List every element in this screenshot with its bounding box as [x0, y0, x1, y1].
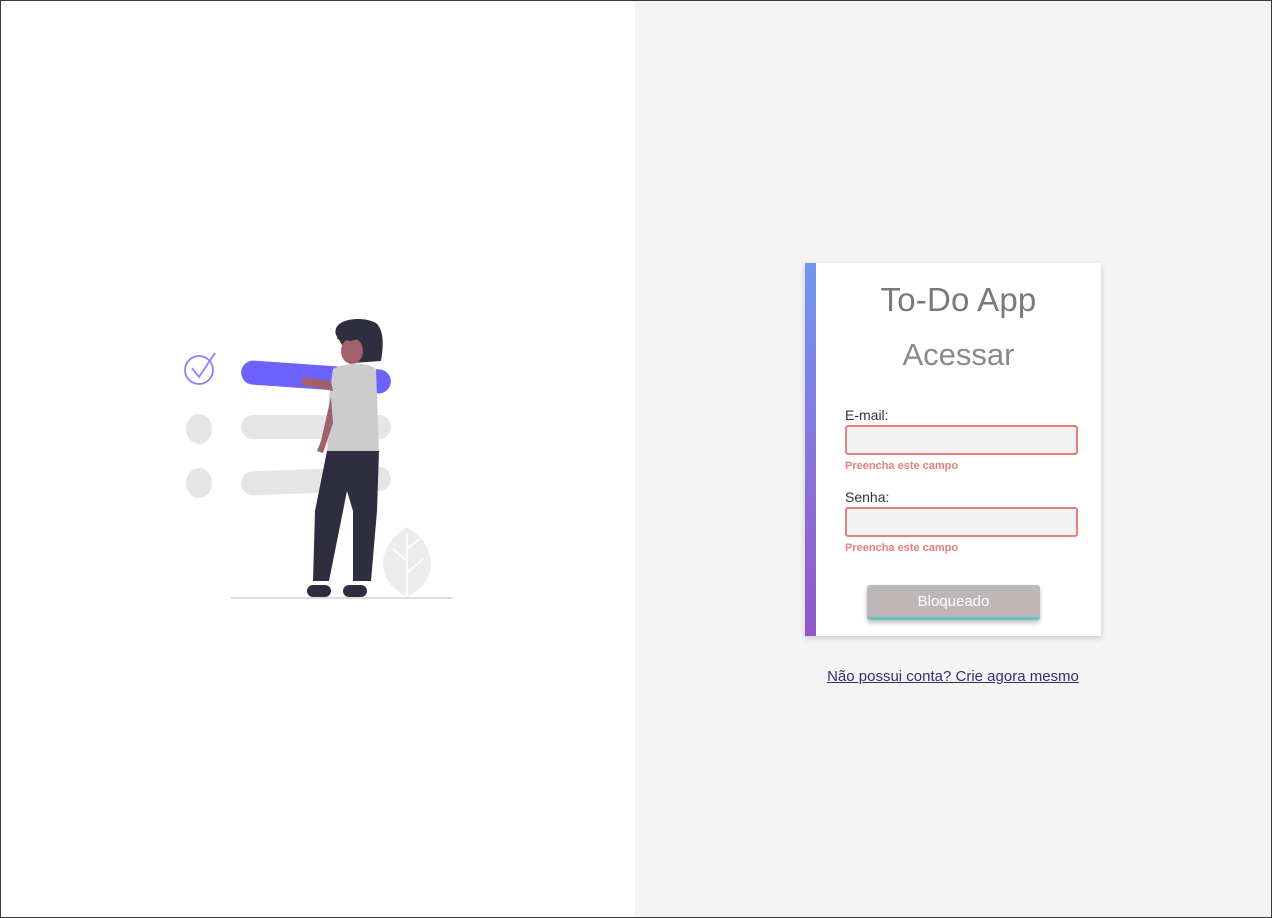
unchecked-circle-icon: [186, 414, 212, 444]
card-accent-bar: [805, 263, 816, 636]
signup-link[interactable]: Não possui conta? Crie agora mesmo: [827, 668, 1079, 685]
app-title: To-Do App: [880, 281, 1037, 318]
illustration-panel: [1, 1, 635, 917]
password-label: Senha:: [845, 489, 890, 505]
checklist-person-illustration: [184, 319, 453, 599]
password-error: Preencha este campo: [845, 542, 959, 554]
email-field[interactable]: [845, 425, 1078, 455]
app-window: To-Do App Acessar E-mail: Preencha este …: [0, 0, 1272, 918]
submit-button[interactable]: Bloqueado: [867, 585, 1040, 620]
page-title: Acessar: [902, 337, 1015, 372]
person-torso: [327, 363, 379, 455]
login-card: To-Do App Acessar E-mail: Preencha este …: [805, 263, 1101, 636]
checked-circle-icon: [184, 355, 214, 385]
email-error: Preencha este campo: [845, 460, 959, 472]
signup-link-wrapper: Não possui conta? Crie agora mesmo: [635, 668, 1271, 685]
unchecked-circle-icon: [186, 468, 212, 498]
login-panel: To-Do App Acessar E-mail: Preencha este …: [635, 1, 1271, 917]
email-label: E-mail:: [845, 407, 889, 423]
password-field[interactable]: [845, 507, 1078, 537]
